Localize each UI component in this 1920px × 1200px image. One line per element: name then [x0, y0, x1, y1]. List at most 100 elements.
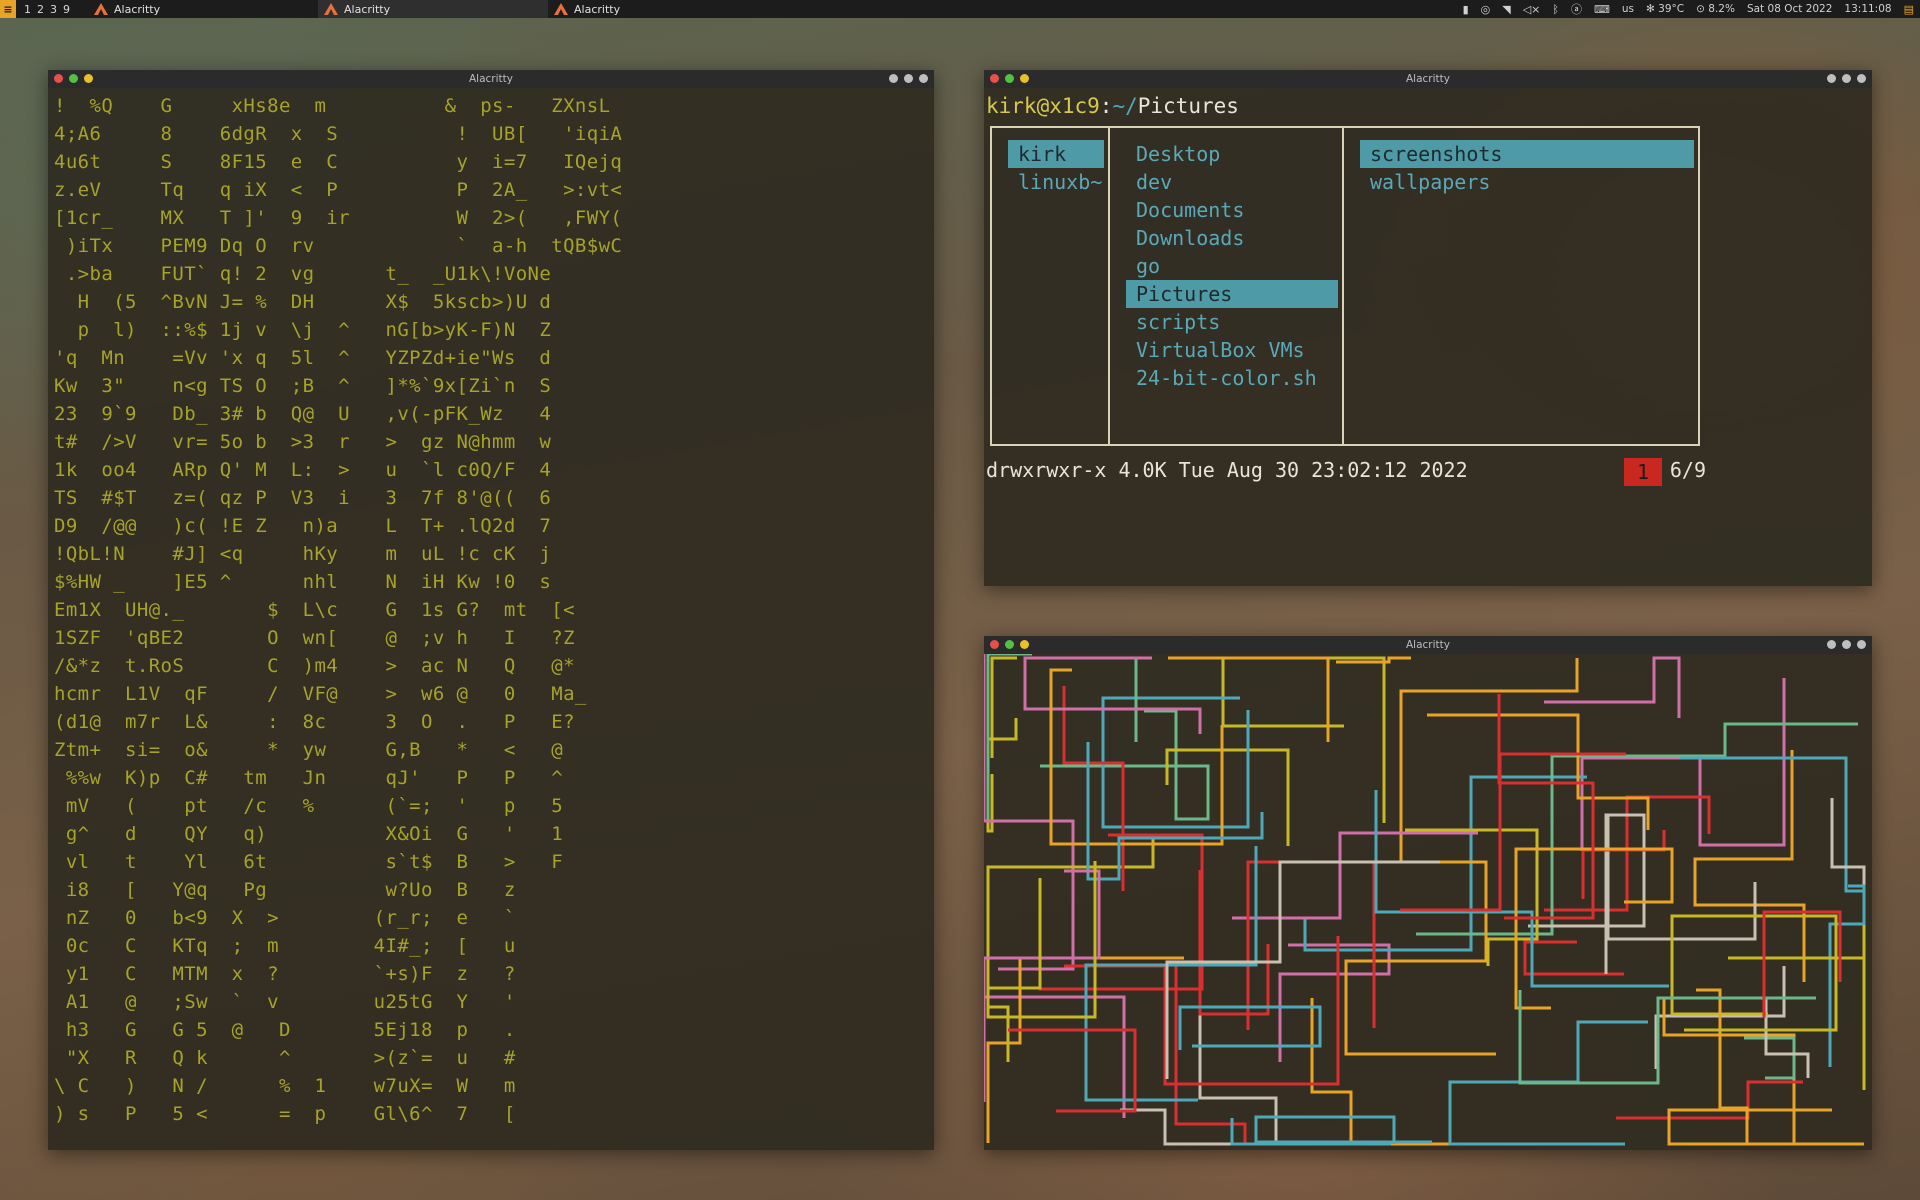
matrix-rain-output: ! %Q G xHs8e m & ps- ZXnsL 4;A6 8 6dgR x …: [54, 92, 622, 1128]
col3-entry[interactable]: wallpapers: [1360, 168, 1694, 196]
matrix-row: mV ( pt /c % (`=; ' p 5: [54, 795, 564, 817]
col1-entry[interactable]: kirk: [1008, 140, 1104, 168]
col2-entry[interactable]: VirtualBox VMs: [1126, 336, 1338, 364]
matrix-row: "X R Q k ^ >(z`= u #: [54, 1047, 516, 1069]
terminal-window-ranger[interactable]: Alacritty kirk@x1c9:~/Pictures kirk linux…: [984, 70, 1872, 586]
col1-entry[interactable]: linuxb~: [1008, 168, 1104, 196]
minimize-icon[interactable]: [1020, 74, 1029, 83]
close-icon[interactable]: [54, 74, 63, 83]
col2-entry[interactable]: 24-bit-color.sh: [1126, 364, 1338, 392]
window-button-icon[interactable]: [1842, 640, 1851, 649]
col3-entry[interactable]: screenshots: [1360, 140, 1694, 168]
matrix-row: t# />V vr= 5o b >3 r > gz N@hmm w: [54, 431, 552, 453]
taskbar-item-alacritty-1[interactable]: Alacritty: [88, 0, 318, 18]
notifications-icon[interactable]: ▤: [1904, 3, 1914, 16]
window-button-icon[interactable]: [904, 74, 913, 83]
volume-muted-icon[interactable]: ◁×: [1523, 3, 1541, 16]
window-button-icon[interactable]: [1857, 640, 1866, 649]
position-count: 6/9: [1669, 458, 1706, 482]
matrix-row: D9 /@@ )c( !E Z n)a L T+ .lQ2d 7: [54, 515, 552, 537]
matrix-row: ) s P 5 < = p Gl\6^ 7 [: [54, 1103, 516, 1125]
pipe-segment: [1232, 831, 1478, 920]
col2-entry[interactable]: go: [1126, 252, 1338, 280]
workspace-2[interactable]: 2: [37, 3, 44, 16]
menu-logo-icon[interactable]: ≡: [0, 0, 16, 18]
top-panel: ≡ 1 2 3 9 Alacritty Alacritty Alacritty …: [0, 0, 1920, 18]
window-button-icon[interactable]: [889, 74, 898, 83]
maximize-icon[interactable]: [69, 74, 78, 83]
clock-time[interactable]: 13:11:08: [1844, 3, 1891, 15]
minimize-icon[interactable]: [84, 74, 93, 83]
window-titlebar[interactable]: Alacritty: [48, 70, 934, 88]
close-icon[interactable]: [990, 640, 999, 649]
pipe-segment: [1544, 656, 1681, 718]
pipe-segment: [1254, 1115, 1432, 1144]
workspace-3[interactable]: 3: [50, 3, 57, 16]
pipe-segment: [1310, 998, 1516, 1146]
pipes-animation: [984, 654, 1866, 1146]
matrix-row: hcmr L1V qF / VF@ > w6 @ 0 Ma_: [54, 683, 587, 705]
wifi-icon[interactable]: ◥: [1502, 3, 1510, 16]
pipe-segment: [1165, 748, 1290, 846]
matrix-row: /&*z t.RoS C )m4 > ac N Q @*: [54, 655, 575, 677]
terminal-window-pipes[interactable]: Alacritty: [984, 636, 1872, 1150]
clock-date[interactable]: Sat 08 Oct 2022: [1747, 3, 1832, 15]
pipe-segment: [1693, 750, 1806, 982]
vpn-icon[interactable]: ⓐ: [1571, 1, 1582, 17]
col2-entry[interactable]: dev: [1126, 168, 1338, 196]
matrix-row: (d1@ m7r L& : 8c 3 O . P E?: [54, 711, 575, 733]
window-controls-left: [990, 640, 1029, 649]
bluetooth-icon[interactable]: ᛒ: [1552, 3, 1559, 16]
matrix-row: 4;A6 8 6dgR x S ! UB[ 'iqiA: [54, 123, 623, 145]
keyboard-layout[interactable]: us: [1622, 3, 1634, 15]
terminal-window-matrix[interactable]: Alacritty ! %Q G xHs8e m & ps- ZXnsL 4;A6…: [48, 70, 934, 1150]
window-titlebar[interactable]: Alacritty: [984, 70, 1872, 88]
window-controls-right: [1827, 640, 1866, 649]
pipe-segment: [1427, 713, 1650, 830]
pipe-segment: [1744, 1036, 1796, 1080]
col2-entry[interactable]: Pictures: [1126, 280, 1338, 308]
ranger-columns: kirk linuxb~ Desktop dev Documents Downloads…: [990, 126, 1700, 446]
window-button-icon[interactable]: [1827, 74, 1836, 83]
pipe-segment: [1667, 1108, 1832, 1146]
workspace-1[interactable]: 1: [24, 3, 31, 16]
maximize-icon[interactable]: [1005, 74, 1014, 83]
ranger-statusbar: drwxrwxr-x 4.0K Tue Aug 30 23:02:12 2022…: [986, 458, 1706, 486]
pipe-segment: [1662, 998, 1864, 1146]
matrix-row: \ C ) N / % 1 w7uX= W m: [54, 1075, 516, 1097]
window-button-icon[interactable]: [919, 74, 928, 83]
col2-entry[interactable]: scripts: [1126, 308, 1338, 336]
ranger-path-header: kirk@x1c9:~/Pictures: [986, 94, 1239, 118]
close-icon[interactable]: [990, 74, 999, 83]
window-controls-left: [54, 74, 93, 83]
battery-icon[interactable]: ▮: [1463, 3, 1469, 16]
matrix-row: 1SZF 'qBE2 O wn[ @ ;v h I ?Z: [54, 627, 575, 649]
window-controls-right: [889, 74, 928, 83]
temperature-value: 39°C: [1658, 3, 1685, 15]
matrix-row: Kw 3" n<g TS O ;B ^ ]*%`9x[Zi`n S: [54, 375, 552, 397]
col2-entry[interactable]: Desktop: [1126, 140, 1338, 168]
pipe-segment: [1580, 678, 1786, 851]
matrix-row: 23 9`9 Db_ 3# b Q@ U ,v(-pFK_Wz 4: [54, 403, 552, 425]
window-title: Alacritty: [1406, 639, 1450, 651]
window-button-icon[interactable]: [1827, 640, 1836, 649]
taskbar-item-label: Alacritty: [114, 2, 161, 16]
col2-entry[interactable]: Downloads: [1126, 224, 1338, 252]
pipe-segment: [1374, 790, 1669, 988]
window-titlebar[interactable]: Alacritty: [984, 636, 1872, 654]
window-title: Alacritty: [469, 73, 513, 85]
col2-entry[interactable]: Documents: [1126, 196, 1338, 224]
tab-badge[interactable]: 1: [1624, 458, 1662, 486]
minimize-icon[interactable]: [1020, 640, 1029, 649]
pipe-segment: [1084, 846, 1258, 1102]
screen-record-icon[interactable]: ◎: [1481, 3, 1491, 16]
maximize-icon[interactable]: [1005, 640, 1014, 649]
workspace-9[interactable]: 9: [63, 3, 70, 16]
pipe-segment: [1174, 966, 1247, 1144]
window-button-icon[interactable]: [1842, 74, 1851, 83]
taskbar-item-alacritty-3[interactable]: Alacritty: [548, 0, 778, 18]
alacritty-icon: [324, 3, 338, 15]
window-button-icon[interactable]: [1857, 74, 1866, 83]
taskbar-item-alacritty-2[interactable]: Alacritty: [318, 0, 548, 18]
window-title: Alacritty: [1406, 73, 1450, 85]
